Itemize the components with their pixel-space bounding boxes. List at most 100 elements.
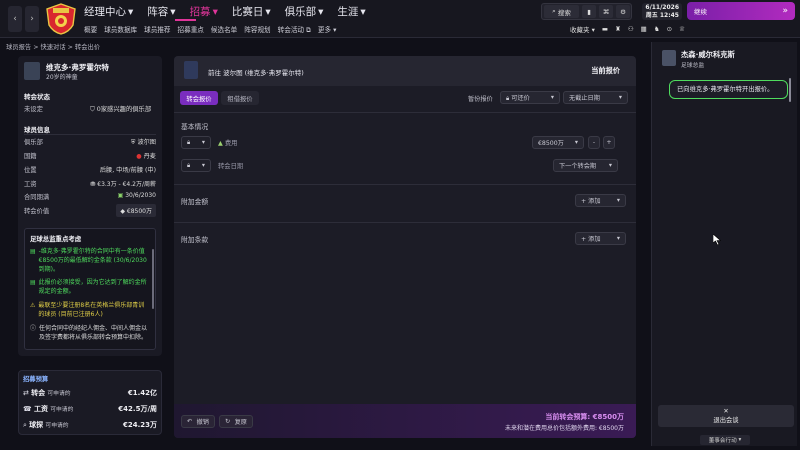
divider <box>174 222 636 223</box>
board-action-button[interactable]: 董事会行动 ▾ <box>700 435 750 445</box>
current-day-time: 周五 12:45 <box>645 11 679 19</box>
people-icon[interactable]: ⚇ <box>628 25 634 33</box>
forward-button[interactable]: › <box>25 6 39 32</box>
undo-button[interactable]: ↶ 撤销 <box>181 415 215 428</box>
exit-talks-button[interactable]: ✕ 退出会谈 <box>658 405 794 427</box>
submenu-transfer-activity[interactable]: 转会活动 ⧉ <box>278 24 311 35</box>
transfer-date-value: 下一个转会期 <box>559 163 597 170</box>
search-button[interactable]: ⌕ 搜索 <box>544 5 579 18</box>
offer-panel <box>174 56 636 438</box>
search-label: 搜索 <box>557 8 571 17</box>
budget-row-wage[interactable]: ☎ 工资 可申请的 €42.5万/周 <box>23 402 157 416</box>
negotiable-dropdown[interactable]: 🔒︎ 可还价 ▾ <box>500 91 560 104</box>
menu-squad[interactable]: 阵容 ▾ <box>147 4 175 19</box>
back-button[interactable]: ‹ <box>8 6 22 32</box>
gear-icon[interactable]: ⚙ <box>616 5 630 18</box>
add-label: 添加 <box>588 198 601 205</box>
undo-icon: ↶ <box>187 418 193 425</box>
date-lock-dropdown[interactable]: 🔒︎ ▾ <box>181 159 211 172</box>
note-release-clause: ▤ -维克多·弗罗霍尔特的合同中有一条价值€8500万的最低解约金条款 (30/6… <box>30 247 150 274</box>
submenu-squad-planner[interactable]: 阵容规划 <box>244 24 270 35</box>
mobile-icon[interactable]: ▮ <box>582 5 596 18</box>
warning-icon: ▲ <box>218 140 223 147</box>
submenu-player-db[interactable]: 球员数据库 <box>104 24 137 35</box>
chevron-down-icon: ▾ <box>608 162 612 169</box>
shirt-icon[interactable]: ♜ <box>615 25 621 33</box>
reset-button[interactable]: ↻ 复原 <box>219 415 253 428</box>
menu-recruitment[interactable]: 招募 ▾ <box>190 4 218 19</box>
warning-icon: ⚠ <box>30 302 36 309</box>
nationality-value[interactable]: ● 丹麦 <box>136 151 156 160</box>
lock-icon: 🔒︎ <box>506 94 510 102</box>
note-text: 此报价必须接受，因为它达到了解约金所规定的金额。 <box>38 279 147 295</box>
note-agent-fee: ⓘ 任何合同中的经纪人佣金、中间人佣金以及签字费都将从俱乐部转会预算中扣除。 <box>30 324 150 342</box>
submenu-shortlist[interactable]: 候选名单 <box>211 24 237 35</box>
tab-loan-offer[interactable]: 租借报价 <box>221 91 259 105</box>
position-label: 位置 <box>24 167 37 174</box>
chevron-down-icon: ▾ <box>201 162 205 169</box>
budget-row-scouting[interactable]: ⌕ 球探 可申请的 €24.23万 <box>23 418 157 432</box>
network-icon[interactable]: ⌘ <box>599 5 613 18</box>
budget-label: 球探 <box>29 421 44 429</box>
deadline-dropdown[interactable]: 无截止日期 ▾ <box>563 91 628 104</box>
offer-header: 前往 波尔图 (维克多·弗罗霍尔特) 当前报价 <box>174 56 636 86</box>
fee-increase-button[interactable]: + <box>603 136 615 149</box>
chat-scrollbar[interactable] <box>789 78 791 102</box>
transfer-status-title: 转会状态 <box>24 93 50 101</box>
clauses-add-button[interactable]: + 添加 ▾ <box>575 232 626 245</box>
finance-icon[interactable]: ♞ <box>654 25 660 33</box>
submenu-focus[interactable]: 招募重点 <box>178 24 204 35</box>
trophy-icon[interactable]: ♕ <box>679 25 685 33</box>
budget-value: €42.5万/周 <box>118 405 157 413</box>
player-summary-panel: 维克多·弗罗霍尔特 20岁的神童 转会状态 未设定 ⛉ 0家感兴趣的俱乐部 球员… <box>18 56 162 356</box>
menu-club[interactable]: 俱乐部 ▾ <box>285 4 324 19</box>
contact-avatar <box>662 50 676 66</box>
basic-section-title: 基本情况 <box>181 123 209 131</box>
reset-icon: ↻ <box>225 418 231 425</box>
chat-message-bubble: 已向维克多·弗罗霍尔特开出报价。 <box>669 80 788 99</box>
fee-lock-dropdown[interactable]: 🔒︎ ▾ <box>181 136 211 149</box>
transfer-value-label: 转会价值 <box>24 208 50 215</box>
clauses-title: 附加条款 <box>181 236 209 244</box>
tab-transfer-offer[interactable]: 转会报价 <box>180 91 218 105</box>
sub-menu: 概要 球员数据库 球员推荐 招募重点 候选名单 阵容规划 转会活动 ⧉ 更多 ▾ <box>84 24 336 35</box>
chevron-down-icon: ▾ <box>212 5 218 18</box>
chevron-down-icon: ▾ <box>265 5 271 18</box>
fee-input[interactable]: €8500万 ▾ <box>532 136 584 149</box>
scout-icon[interactable]: ⊙ <box>667 25 672 33</box>
submenu-more[interactable]: 更多 ▾ <box>318 24 337 35</box>
chevron-down-icon: ▾ <box>574 139 578 146</box>
menu-career[interactable]: 生涯 ▾ <box>337 4 365 19</box>
submenu-overview[interactable]: 概要 <box>84 24 97 35</box>
search-icon: ⌕ <box>552 7 556 15</box>
add-ons-add-button[interactable]: + 添加 ▾ <box>575 194 626 207</box>
player-info-title: 球员信息 <box>24 126 50 134</box>
interested-clubs[interactable]: ⛉ 0家感兴趣的俱乐部 <box>90 104 151 114</box>
transfer-date-dropdown[interactable]: 下一个转会期 ▾ <box>553 159 618 172</box>
breadcrumb[interactable]: 球员报告 > 快速对话 > 转会出价 <box>6 42 100 51</box>
current-offer-title: 当前报价 <box>591 66 620 75</box>
chat-icon[interactable]: ▬ <box>602 25 608 33</box>
favorites-label: 收藏夹 <box>570 26 590 34</box>
club-crest-icon[interactable] <box>45 3 77 35</box>
fee-decrease-button[interactable]: - <box>588 136 600 149</box>
budget-row-transfer[interactable]: ⇄ 转会 可申请的 €1.42亿 <box>23 386 157 400</box>
double-chevron-right-icon: » <box>782 6 788 16</box>
continue-button[interactable]: 继续 » <box>687 2 795 20</box>
close-icon: ✕ <box>723 408 729 415</box>
notes-scrollbar[interactable] <box>152 249 154 309</box>
submenu-recommendations[interactable]: 球员推荐 <box>144 24 170 35</box>
date-display[interactable]: 6/11/2026 周五 12:45 <box>642 3 682 20</box>
menu-matchday[interactable]: 比赛日 ▾ <box>232 4 271 19</box>
budget-value: €24.23万 <box>122 421 157 429</box>
chevron-down-icon: ▾ <box>550 94 554 101</box>
favorites-menu[interactable]: 收藏夹 ▾ <box>570 24 595 34</box>
calendar-icon[interactable]: ▦ <box>641 25 647 33</box>
director-notes-title: 足球总监重点考虑 <box>30 235 82 243</box>
club-value[interactable]: ⛨ 波尔图 <box>131 137 156 147</box>
menu-manager[interactable]: 经理中心 ▾ <box>84 4 133 19</box>
document-icon: ▤ <box>30 279 36 286</box>
exit-talks-label: 退出会谈 <box>713 417 739 424</box>
menu-label: 比赛日 <box>231 6 264 18</box>
menu-label: 经理中心 <box>84 6 126 18</box>
